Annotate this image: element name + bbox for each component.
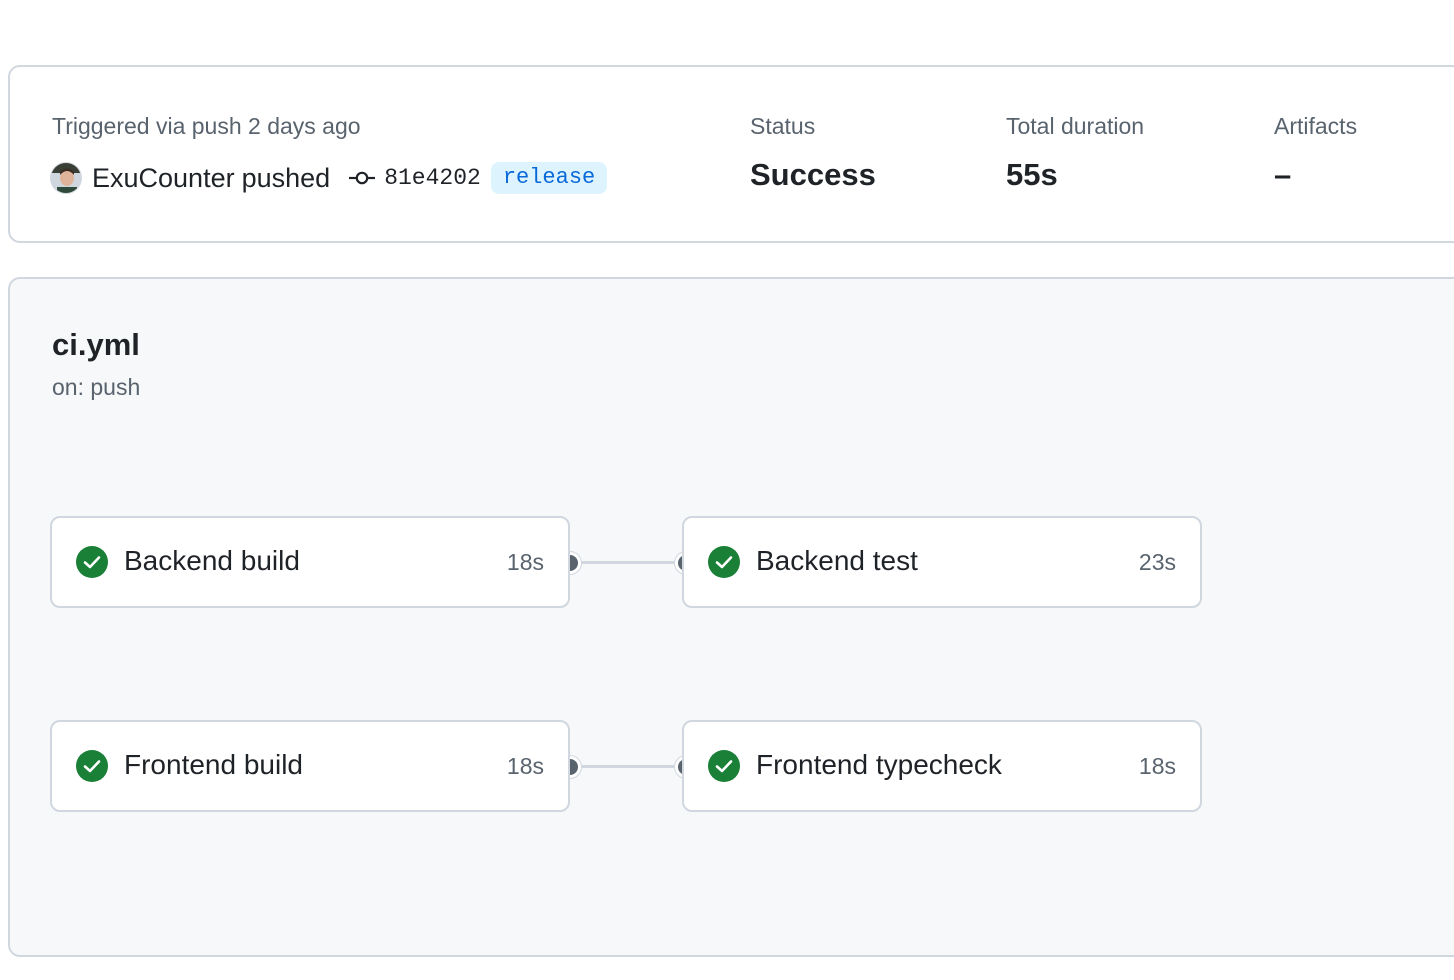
- job-connector: [570, 561, 686, 564]
- check-circle-fill-icon: [708, 750, 740, 782]
- job-card-backend-test[interactable]: Backend test 23s: [682, 516, 1202, 608]
- job-name: Frontend build: [124, 749, 304, 780]
- check-circle-fill-icon: [708, 546, 740, 578]
- check-circle-fill-icon: [76, 750, 108, 782]
- status-label: Status: [750, 113, 816, 139]
- duration-label: Total duration: [1006, 113, 1145, 139]
- actor-verb: pushed: [241, 162, 331, 193]
- trigger-text: Triggered via push 2 days ago: [52, 113, 361, 139]
- job-connector: [570, 765, 686, 768]
- run-summary-card: Triggered via push 2 days ago ExuCounter…: [8, 65, 1454, 243]
- actor-row: ExuCounter pushed 81e4202 release: [50, 160, 608, 196]
- artifacts-label: Artifacts: [1274, 113, 1358, 139]
- workflow-name[interactable]: ci.yml: [52, 327, 140, 363]
- check-circle-fill-icon: [76, 546, 108, 578]
- artifacts-value: –: [1274, 157, 1292, 192]
- job-duration: 18s: [1138, 753, 1176, 779]
- job-card-backend-build[interactable]: Backend build 18s: [50, 516, 570, 608]
- workflow-graph: ci.yml on: push Backend build 18s Backen…: [8, 277, 1454, 957]
- duration-value: 55s: [1006, 157, 1058, 192]
- avatar[interactable]: [50, 162, 82, 194]
- job-duration: 23s: [1138, 549, 1176, 575]
- workflow-trigger: on: push: [52, 374, 141, 400]
- branch-label[interactable]: release: [490, 162, 608, 194]
- job-card-frontend-typecheck[interactable]: Frontend typecheck 18s: [682, 720, 1202, 812]
- job-card-frontend-build[interactable]: Frontend build 18s: [50, 720, 570, 812]
- commit-sha-link[interactable]: 81e4202: [384, 165, 481, 191]
- job-name: Backend test: [756, 545, 918, 576]
- job-name: Backend build: [124, 545, 300, 576]
- actor-name-link[interactable]: ExuCounter: [92, 163, 235, 194]
- job-name: Frontend typecheck: [756, 749, 1002, 780]
- job-duration: 18s: [506, 753, 544, 779]
- job-duration: 18s: [506, 549, 544, 575]
- git-commit-icon: [348, 168, 376, 188]
- status-value: Success: [750, 157, 876, 192]
